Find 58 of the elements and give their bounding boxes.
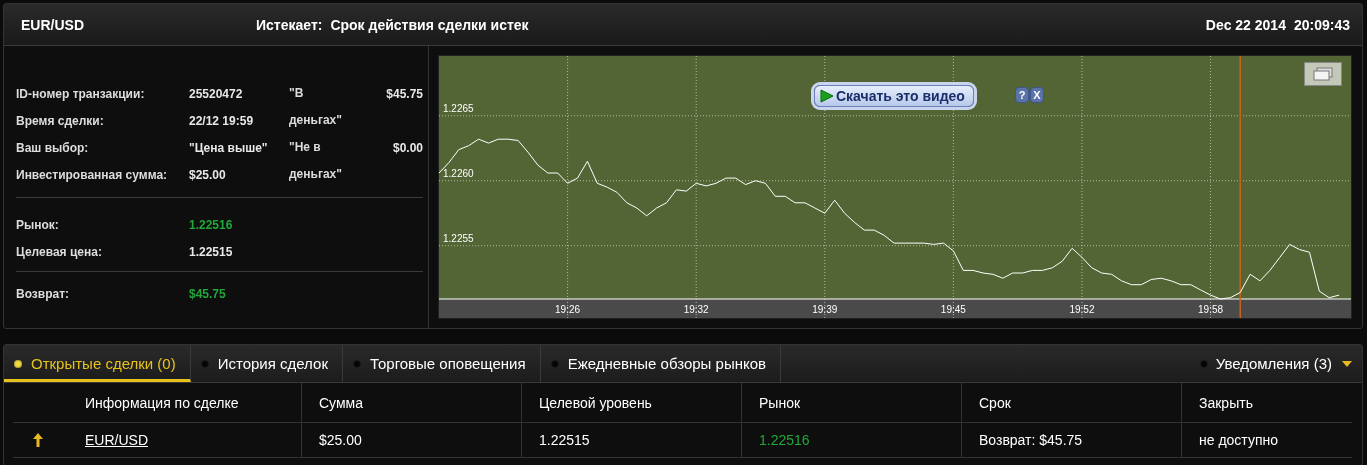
table-cell: не доступно — [1181, 423, 1352, 457]
expiry-status: Срок действия сделки истек — [330, 16, 529, 33]
field-label: Ваш выбор: — [16, 140, 90, 155]
field-value: "Цена выше" — [189, 140, 269, 155]
x-tick-label: 19:26 — [555, 304, 581, 315]
expiry-label: Истекает: — [256, 16, 323, 33]
x-tick-label: 19:39 — [812, 304, 838, 315]
trade-link[interactable]: EUR/USD — [63, 423, 301, 457]
caret-icon — [1342, 360, 1352, 367]
field-label: Возврат: — [16, 286, 71, 301]
field-value: 1.22515 — [189, 244, 234, 259]
close-button[interactable]: X — [1030, 87, 1044, 103]
fullscreen-button[interactable] — [1304, 62, 1342, 86]
windows-icon — [1312, 67, 1334, 81]
up-arrow-icon — [33, 433, 43, 447]
outcome-amount: $45.75 — [385, 86, 423, 101]
x-tick-label: 19:45 — [940, 304, 966, 315]
download-video-button[interactable]: Скачать это видео — [814, 85, 974, 107]
play-icon — [820, 89, 834, 103]
symbol-title: EUR/USD — [21, 16, 85, 33]
x-tick-label: 19:58 — [1198, 304, 1224, 315]
field-label: Рынок: — [16, 217, 60, 232]
time-text: 20:09:43 — [1293, 16, 1350, 33]
column-header: Срок — [961, 383, 1181, 422]
field-value: $45.75 — [189, 286, 227, 301]
tab[interactable]: Открытые сделки (0) — [4, 345, 191, 382]
table-cell: Возврат: $45.75 — [961, 423, 1181, 457]
date-text: Dec 22 2014 — [1205, 16, 1286, 33]
column-header: Рынок — [741, 383, 961, 422]
y-tick-label: 1.2260 — [443, 167, 474, 179]
column-header: Информация по сделке — [84, 393, 240, 413]
outcome-label: "В деньгах" — [289, 85, 343, 129]
help-button[interactable]: ? — [1015, 87, 1029, 103]
outcome-amount: $0.00 — [391, 140, 423, 155]
table-cell: 1.22515 — [521, 423, 741, 457]
table-cell: $25.00 — [301, 423, 521, 457]
y-tick-label: 1.2265 — [443, 102, 474, 114]
tab[interactable]: История сделок — [190, 345, 343, 382]
outcome-label: "Не в деньгах" — [289, 139, 343, 183]
field-value: $25.00 — [189, 167, 227, 182]
column-header: Целевой уровень — [521, 383, 741, 422]
column-header: Сумма — [301, 383, 521, 422]
notifications-dropdown[interactable]: Уведомления (3) — [1189, 345, 1362, 382]
field-value: 22/12 19:59 — [189, 113, 255, 128]
x-tick-label: 19:32 — [683, 304, 709, 315]
tab[interactable]: Ежедневные обзоры рынков — [540, 345, 781, 382]
y-tick-label: 1.2255 — [443, 232, 474, 244]
x-tick-label: 19:52 — [1069, 304, 1095, 315]
tab[interactable]: Торговые оповещения — [342, 345, 541, 382]
field-label: Время сделки: — [16, 113, 105, 128]
column-header: Закрыть — [1181, 383, 1352, 422]
field-label: Инвестированная сумма: — [16, 167, 169, 182]
status-dot — [1199, 359, 1208, 368]
field-label: Целевая цена: — [16, 244, 103, 259]
field-value: 1.22516 — [189, 217, 234, 232]
field-value: 25520472 — [189, 86, 244, 101]
table-cell: 1.22516 — [741, 423, 961, 457]
field-label: ID-номер транзакции: — [16, 86, 146, 101]
